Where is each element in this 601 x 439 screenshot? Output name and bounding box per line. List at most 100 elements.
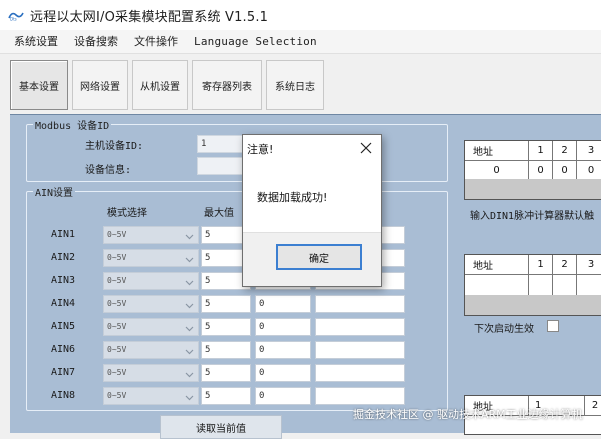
- ain-min-field[interactable]: 0: [255, 318, 311, 336]
- ain-group: AIN设置 模式选择 最大值 AIN1 0~5V 5 AIN2 0~5V 5 AIN3 0~5…: [26, 184, 448, 411]
- ain-mode-value: 0~5V: [107, 345, 127, 354]
- ain-mode-value: 0~5V: [107, 230, 127, 239]
- device-info-label: 设备信息:: [85, 165, 132, 176]
- ain-mode-value: 0~5V: [107, 368, 127, 377]
- ain-max-field[interactable]: 5: [201, 364, 251, 382]
- modbus-group-title: Modbus 设备ID: [33, 117, 112, 132]
- table1-value-2[interactable]: 0: [553, 161, 577, 181]
- tab-network-settings[interactable]: 网络设置: [72, 60, 128, 110]
- tab-slave-settings[interactable]: 从机设置: [132, 60, 188, 110]
- table1-value-3[interactable]: 0: [577, 161, 601, 181]
- tab-label: 系统日志: [275, 81, 315, 93]
- host-id-field[interactable]: 1: [197, 135, 245, 153]
- menu-language-selection[interactable]: Language Selection: [186, 32, 325, 52]
- table2-value-3[interactable]: [577, 275, 601, 297]
- table1-header-address: 地址: [465, 141, 529, 161]
- chevron-down-icon: [185, 231, 194, 240]
- menu-bar: 系统设置 设备搜索 文件操作 Language Selection: [0, 30, 601, 54]
- ain-extra-field[interactable]: [315, 341, 405, 359]
- ain-channel-label: AIN1: [51, 229, 76, 240]
- table2-value-1[interactable]: [529, 275, 553, 297]
- ain-mode-select[interactable]: 0~5V: [103, 318, 199, 336]
- ain-max-field[interactable]: 5: [201, 341, 251, 359]
- table2-header-address: 地址: [465, 255, 529, 275]
- table3-header-2: 2: [585, 396, 601, 416]
- modbus-group: Modbus 设备ID 主机设备ID: 1 设备信息:: [26, 117, 448, 182]
- ain-mode-select[interactable]: 0~5V: [103, 364, 199, 382]
- chevron-down-icon: [185, 369, 194, 378]
- ain-min-field[interactable]: 0: [255, 387, 311, 405]
- ain-group-title: AIN设置: [33, 184, 76, 199]
- menu-device-search[interactable]: 设备搜索: [66, 32, 126, 52]
- register-table-1: 地址 1 2 3 0 0 0 0: [464, 140, 601, 200]
- ain-channel-label: AIN5: [51, 321, 76, 332]
- dialog-message: 数据加载成功!: [257, 191, 328, 204]
- tab-register-list[interactable]: 寄存器列表: [192, 60, 262, 110]
- ain-min-field[interactable]: 0: [255, 295, 311, 313]
- close-icon[interactable]: [359, 141, 373, 155]
- ain-extra-field[interactable]: [315, 364, 405, 382]
- ain-mode-value: 0~5V: [107, 299, 127, 308]
- ain-min-field[interactable]: 0: [255, 364, 311, 382]
- app-logo-icon: Dts: [8, 9, 24, 21]
- read-current-value-button[interactable]: 读取当前值: [160, 415, 282, 439]
- ain-extra-field[interactable]: [315, 387, 405, 405]
- tab-label: 网络设置: [80, 81, 120, 93]
- dialog-title: 注意!: [247, 143, 274, 156]
- ok-button[interactable]: 确定: [276, 244, 362, 270]
- ain-mode-select[interactable]: 0~5V: [103, 387, 199, 405]
- table2-scrollbar[interactable]: [465, 295, 601, 315]
- ain-extra-field[interactable]: [315, 318, 405, 336]
- ain-mode-value: 0~5V: [107, 276, 127, 285]
- chevron-down-icon: [185, 254, 194, 263]
- table1-header-2: 2: [553, 141, 577, 161]
- tab-basic-settings[interactable]: 基本设置: [10, 60, 68, 110]
- ain-mode-value: 0~5V: [107, 253, 127, 262]
- table1-header-3: 3: [577, 141, 601, 161]
- ain-col-mode: 模式选择: [107, 208, 147, 219]
- chevron-down-icon: [185, 323, 194, 332]
- table1-value-address[interactable]: 0: [465, 161, 529, 181]
- device-info-field[interactable]: [197, 157, 245, 175]
- ain-mode-select[interactable]: 0~5V: [103, 341, 199, 359]
- chevron-down-icon: [185, 300, 194, 309]
- dialog-footer: 确定: [243, 232, 381, 286]
- ain-mode-select[interactable]: 0~5V: [103, 272, 199, 290]
- ain-channel-label: AIN7: [51, 367, 76, 378]
- next-boot-checkbox[interactable]: [547, 320, 559, 332]
- watermark-text: 掘金技术社区 @ 驱动技术ARM工业边缘计算机: [353, 408, 583, 421]
- table2-header-3: 3: [577, 255, 601, 275]
- menu-file-operations[interactable]: 文件操作: [126, 32, 186, 52]
- ain-min-field[interactable]: 0: [255, 341, 311, 359]
- tab-label: 从机设置: [140, 81, 180, 93]
- tab-system-log[interactable]: 系统日志: [266, 60, 324, 110]
- next-boot-label: 下次启动生效: [474, 324, 534, 335]
- ain-mode-select[interactable]: 0~5V: [103, 295, 199, 313]
- chevron-down-icon: [185, 392, 194, 401]
- table2-header-1: 1: [529, 255, 553, 275]
- ain-channel-label: AIN6: [51, 344, 76, 355]
- ain-mode-select[interactable]: 0~5V: [103, 226, 199, 244]
- ain-col-max: 最大值: [204, 208, 234, 219]
- table1-scrollbar[interactable]: [465, 179, 601, 199]
- chevron-down-icon: [185, 277, 194, 286]
- chevron-down-icon: [185, 346, 194, 355]
- ain-max-field[interactable]: 5: [201, 387, 251, 405]
- tab-bar: 基本设置 网络设置 从机设置 寄存器列表 系统日志: [0, 54, 601, 114]
- svg-text:Dts: Dts: [10, 17, 17, 22]
- ain-mode-select[interactable]: 0~5V: [103, 249, 199, 267]
- table2-value-address[interactable]: [465, 275, 529, 297]
- ain-max-field[interactable]: 5: [201, 295, 251, 313]
- ain-mode-value: 0~5V: [107, 322, 127, 331]
- table2-value-2[interactable]: [553, 275, 577, 297]
- register-table-2: 地址 1 2 3: [464, 254, 601, 316]
- window-title: 远程以太网I/O采集模块配置系统 V1.5.1: [30, 9, 269, 25]
- tab-label: 基本设置: [19, 81, 59, 93]
- ain-max-field[interactable]: 5: [201, 318, 251, 336]
- menu-system-settings[interactable]: 系统设置: [6, 32, 66, 52]
- title-bar: Dts 远程以太网I/O采集模块配置系统 V1.5.1: [0, 0, 601, 30]
- ain-channel-label: AIN4: [51, 298, 76, 309]
- table1-value-1[interactable]: 0: [529, 161, 553, 181]
- tab-label: 寄存器列表: [202, 81, 252, 93]
- ain-extra-field[interactable]: [315, 295, 405, 313]
